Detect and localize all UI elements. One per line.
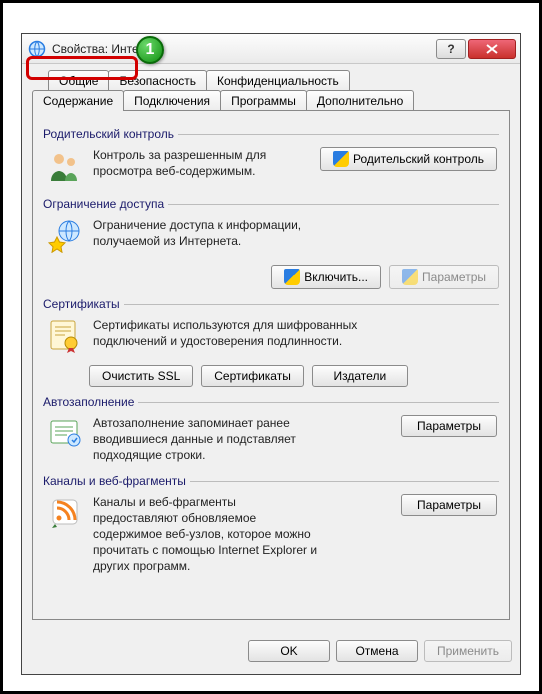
tab-programs[interactable]: Программы	[220, 90, 307, 111]
group-parental-control: Родительский контроль Контроль за разреш…	[43, 127, 499, 189]
group-desc: Контроль за разрешенным для просмотра ве…	[93, 147, 312, 179]
star-globe-icon	[45, 217, 85, 257]
group-certificates: Сертификаты Сертификаты используются для…	[43, 297, 499, 387]
rss-icon	[45, 494, 85, 534]
group-title: Каналы и веб-фрагменты	[43, 474, 190, 488]
autocomplete-settings-button[interactable]: Параметры	[401, 415, 497, 437]
group-content-advisor: Ограничение доступа Ограничение доступа …	[43, 197, 499, 289]
feeds-settings-button[interactable]: Параметры	[401, 494, 497, 516]
tab-privacy[interactable]: Конфиденциальность	[206, 70, 350, 91]
advisor-settings-button: Параметры	[389, 265, 499, 289]
shield-icon	[402, 269, 418, 285]
family-icon	[45, 147, 85, 187]
group-title: Ограничение доступа	[43, 197, 168, 211]
certificates-button[interactable]: Сертификаты	[201, 365, 304, 387]
group-autocomplete: Автозаполнение Автозаполнение запоминает…	[43, 395, 499, 466]
tab-content[interactable]: Содержание	[32, 90, 124, 111]
shield-icon	[284, 269, 300, 285]
cancel-button[interactable]: Отмена	[336, 640, 418, 662]
tab-strip: Общие Безопасность Конфиденциальность Со…	[32, 70, 510, 620]
help-button[interactable]: ?	[436, 39, 466, 59]
group-title: Автозаполнение	[43, 395, 138, 409]
tab-advanced[interactable]: Дополнительно	[306, 90, 414, 111]
tab-connections[interactable]: Подключения	[123, 90, 221, 111]
group-desc: Сертификаты используются для шифрованных…	[93, 317, 413, 349]
group-desc: Каналы и веб-фрагменты предоставляют обн…	[93, 494, 323, 575]
apply-button: Применить	[424, 640, 512, 662]
group-desc: Автозаполнение запоминает ранее вводивши…	[93, 415, 353, 464]
shield-icon	[333, 151, 349, 167]
close-button[interactable]	[468, 39, 516, 59]
certificate-icon	[45, 317, 85, 357]
group-feeds: Каналы и веб-фрагменты Каналы и веб-фраг…	[43, 474, 499, 577]
publishers-button[interactable]: Издатели	[312, 365, 408, 387]
enable-button[interactable]: Включить...	[271, 265, 381, 289]
dialog-footer: OK Отмена Применить	[22, 630, 520, 674]
globe-icon	[28, 40, 46, 58]
title-bar: Свойства: Интернет ?	[22, 34, 520, 64]
group-desc: Ограничение доступа к информации, получа…	[93, 217, 353, 249]
group-title: Родительский контроль	[43, 127, 178, 141]
tab-panel-content: Родительский контроль Контроль за разреш…	[32, 110, 510, 620]
tab-general[interactable]: Общие	[48, 70, 109, 91]
ok-button[interactable]: OK	[248, 640, 330, 662]
parental-control-button[interactable]: Родительский контроль	[320, 147, 497, 171]
clear-ssl-button[interactable]: Очистить SSL	[89, 365, 193, 387]
tab-security[interactable]: Безопасность	[108, 70, 207, 91]
group-title: Сертификаты	[43, 297, 124, 311]
autocomplete-icon	[45, 415, 85, 455]
window-title: Свойства: Интернет	[52, 42, 434, 56]
